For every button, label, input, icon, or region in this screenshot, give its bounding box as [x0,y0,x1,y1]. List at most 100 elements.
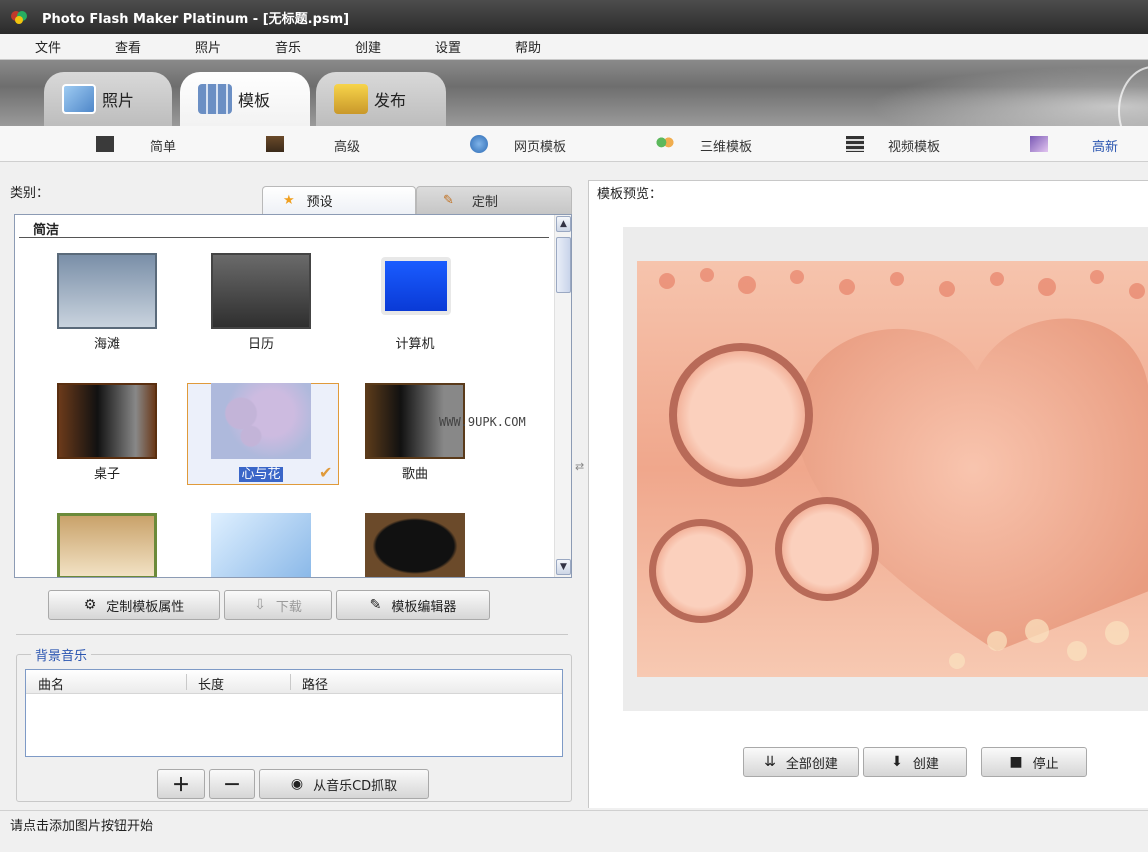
music-table[interactable]: 曲名 长度 路径 [25,669,563,757]
template-type-bar: 简单 高级 网页模板 三维模板 视频模板 高新 [0,126,1148,162]
create-all-icon: ⇊ [764,754,776,770]
template-beach-thumb[interactable] [57,253,157,329]
template-editor-button[interactable]: ✎ 模板编辑器 [336,590,490,620]
subtab-3d[interactable]: 三维模板 [700,136,752,155]
menu-photo[interactable]: 照片 [168,37,248,56]
template-preview-image [637,261,1148,677]
template-heart-flower-thumb[interactable] [211,383,311,459]
tab-custom-label: 定制 [471,195,498,210]
add-music-button[interactable]: ＋ [157,769,205,799]
scroll-up-icon[interactable]: ▲ [556,216,571,232]
menu-bar: 文件 查看 照片 音乐 创建 设置 帮助 [0,34,1148,60]
create-all-label: 全部创建 [785,756,838,772]
col-path[interactable]: 路径 [302,674,328,693]
template-calendar-label[interactable]: 日历 [191,333,331,352]
template-song-label[interactable]: 歌曲 [345,463,485,482]
3d-template-icon [656,136,674,152]
stop-label: 停止 [1032,756,1059,772]
selected-label-text: 心与花 [239,467,283,482]
tab-publish[interactable]: 发布 [316,72,446,126]
col-sep [290,674,291,690]
photo-icon [62,84,96,114]
download-icon: ⇩ [254,597,266,613]
menu-create[interactable]: 创建 [328,37,408,56]
status-text: 请点击添加图片按钮开始 [10,819,154,834]
subtab-video[interactable]: 视频模板 [888,136,940,155]
download-label: 下载 [275,599,302,615]
subtab-hd[interactable]: 高新 [1092,136,1118,155]
stop-button[interactable]: ■ 停止 [981,747,1087,777]
menu-file[interactable]: 文件 [8,37,88,56]
preview-frame [623,227,1148,711]
remove-music-button[interactable]: － [209,769,255,799]
music-legend: 背景音乐 [31,645,92,664]
template-row3-2-thumb[interactable] [211,513,311,577]
rip-cd-button[interactable]: ◉ 从音乐CD抓取 [259,769,429,799]
banner-glow [828,60,1148,126]
col-length[interactable]: 长度 [198,674,224,693]
scroll-down-icon[interactable]: ▼ [556,559,571,575]
tab-custom[interactable]: ✎ 定制 [416,186,572,214]
status-bar: 请点击添加图片按钮开始 [0,810,1148,852]
download-button[interactable]: ⇩ 下载 [224,590,332,620]
background-music-group: 背景音乐 曲名 长度 路径 ＋ － ◉ 从音乐CD抓取 [16,645,572,802]
template-computer-thumb[interactable] [381,257,451,315]
tab-templates-label: 模板 [238,91,271,110]
template-panel: 类别： ★ 预设 ✎ 定制 简洁 海滩 日历 计算机 桌子 心与花 ✔ 歌曲 W… [10,180,574,808]
advanced-icon [266,136,284,152]
template-computer-label[interactable]: 计算机 [345,333,485,352]
template-row3-1-thumb[interactable] [57,513,157,577]
rip-cd-label: 从音乐CD抓取 [313,778,398,794]
col-sep [186,674,187,690]
template-calendar-thumb[interactable] [211,253,311,329]
group-title: 简洁 [33,223,60,238]
tab-preset[interactable]: ★ 预设 [262,186,416,214]
video-template-icon [846,136,864,152]
tab-photos-label: 照片 [102,91,135,110]
subtab-web[interactable]: 网页模板 [514,136,566,155]
template-heart-flower-label[interactable]: 心与花 [191,463,331,482]
subtab-simple[interactable]: 简单 [150,136,176,155]
template-row3-3-thumb[interactable] [365,513,465,577]
customize-template-label: 定制模板属性 [106,599,185,615]
scroll-thumb[interactable] [556,237,571,293]
menu-help[interactable]: 帮助 [488,37,568,56]
minus-icon: － [223,775,241,796]
menu-view[interactable]: 查看 [88,37,168,56]
star-icon: ★ [283,193,295,208]
panel-splitter[interactable]: ⇄ [575,460,585,500]
publish-icon [334,84,368,114]
create-label: 创建 [912,756,939,772]
stop-icon: ■ [1009,754,1023,770]
group-divider [19,237,549,238]
template-beach-label[interactable]: 海滩 [37,333,177,352]
menu-settings[interactable]: 设置 [408,37,488,56]
title-bar: Photo Flash Maker Platinum - [无标题.psm] [0,0,1148,34]
gear-icon: ⚙ [83,597,97,613]
hd-icon [1030,136,1048,152]
tab-publish-label: 发布 [374,91,407,110]
cd-icon: ◉ [290,776,304,792]
tab-preset-label: 预设 [306,195,333,210]
preview-panel: 模板预览： ⇊ 全部创建 ⬇ 创建 ■ 停止 [588,180,1148,808]
watermark-text: WWW.9UPK.COM [439,415,526,429]
subtab-advanced[interactable]: 高级 [334,136,360,155]
preview-label: 模板预览： [597,187,663,202]
create-all-button[interactable]: ⇊ 全部创建 [743,747,859,777]
menu-music[interactable]: 音乐 [248,37,328,56]
customize-template-button[interactable]: ⚙ 定制模板属性 [48,590,220,620]
web-template-icon [470,135,488,153]
tab-templates[interactable]: 模板 [180,72,310,126]
template-desk-label[interactable]: 桌子 [37,463,177,482]
tab-photos[interactable]: 照片 [44,72,172,126]
app-icon [10,8,28,26]
template-desk-thumb[interactable] [57,383,157,459]
panel-divider [16,634,568,635]
col-title[interactable]: 曲名 [38,674,64,693]
plus-icon: ＋ [172,775,190,796]
category-label: 类别： [10,186,50,201]
template-scrollbar[interactable]: ▲ ▼ [554,215,571,577]
music-table-header: 曲名 长度 路径 [26,670,562,694]
wrench-icon: ✎ [443,193,454,208]
create-button[interactable]: ⬇ 创建 [863,747,967,777]
